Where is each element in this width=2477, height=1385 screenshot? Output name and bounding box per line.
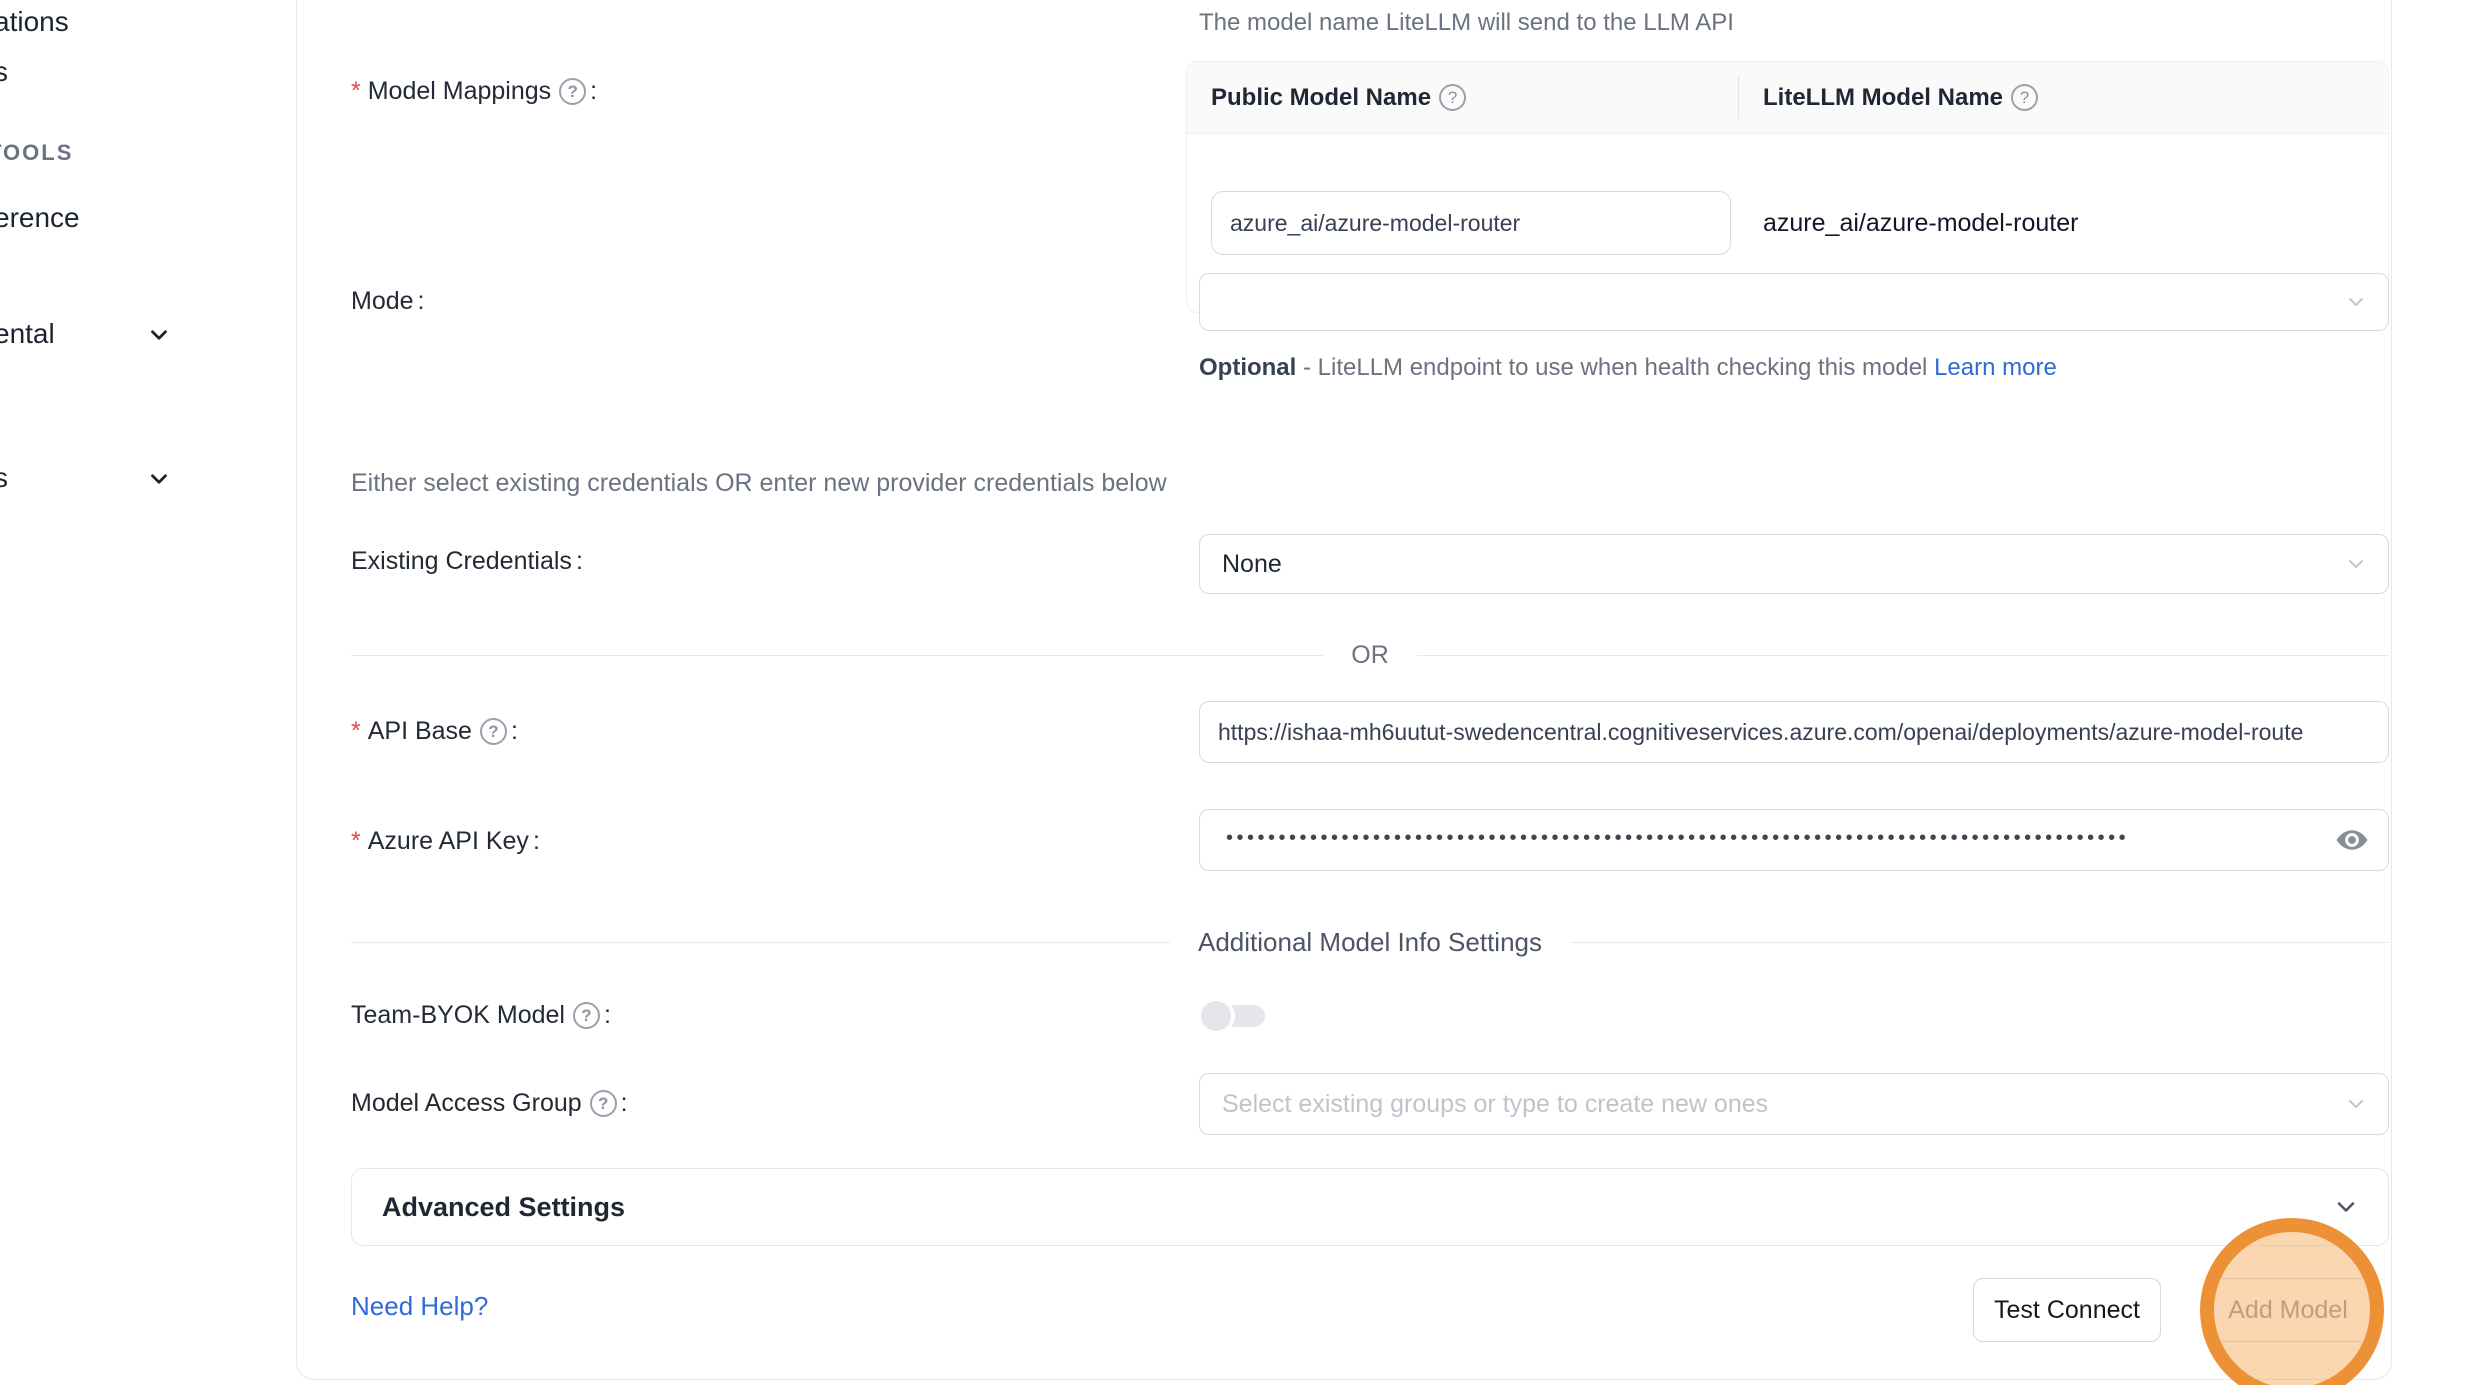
api-base-input[interactable] — [1199, 701, 2389, 763]
azure-api-key-label: * Azure API Key : — [351, 827, 540, 856]
required-asterisk: * — [351, 717, 361, 746]
help-icon[interactable]: ? — [2011, 84, 2038, 111]
label-colon: : — [533, 827, 540, 856]
litellm-model-name-help-text: The model name LiteLLM will send to the … — [1199, 9, 1734, 37]
mode-help-text: Optional - LiteLLM endpoint to use when … — [1199, 347, 2069, 389]
advanced-settings-panel[interactable]: Advanced Settings — [351, 1168, 2389, 1246]
sidebar-item-settings[interactable]: s — [0, 462, 8, 494]
sidebar-item-label: erence — [0, 202, 80, 234]
test-connect-button[interactable]: Test Connect — [1973, 1278, 2161, 1342]
label-colon: : — [604, 1001, 611, 1030]
required-asterisk: * — [351, 77, 361, 106]
sidebar-section-label: TOOLS — [0, 140, 73, 165]
label-colon: : — [621, 1089, 628, 1118]
advanced-settings-title: Advanced Settings — [382, 1192, 625, 1223]
model-access-group-label: Model Access Group ? : — [351, 1089, 628, 1118]
label-colon: : — [418, 287, 425, 316]
chevron-down-icon — [2344, 552, 2368, 576]
required-asterisk: * — [351, 827, 361, 856]
sidebar-item-label: ations — [0, 6, 69, 38]
model-mappings-label: * Model Mappings ? : — [351, 77, 597, 106]
divider-text: Additional Model Info Settings — [1170, 927, 1570, 958]
team-byok-toggle[interactable] — [1201, 1001, 1265, 1031]
label-text: Existing Credentials — [351, 547, 572, 576]
masked-password-value: ••••••••••••••••••••••••••••••••••••••••… — [1226, 827, 2129, 850]
chevron-down-icon — [2344, 290, 2368, 314]
label-text: Azure API Key — [368, 827, 529, 856]
help-rest: - LiteLLM endpoint to use when health ch… — [1296, 354, 1934, 381]
sidebar-item-organizations[interactable]: ations — [0, 6, 69, 38]
label-colon: : — [511, 717, 518, 746]
help-icon[interactable]: ? — [590, 1090, 617, 1117]
team-byok-label: Team-BYOK Model ? : — [351, 1001, 611, 1030]
litellm-model-name-value: azure_ai/azure-model-router — [1763, 209, 2078, 237]
sidebar-item-experimental[interactable]: ental — [0, 318, 55, 350]
toggle-knob — [1201, 1001, 1231, 1031]
sidebar-item-models[interactable]: s — [0, 56, 8, 88]
learn-more-link[interactable]: Learn more — [1934, 354, 2057, 381]
chevron-down-icon — [2344, 1092, 2368, 1116]
azure-api-key-input[interactable]: ••••••••••••••••••••••••••••••••••••••••… — [1199, 809, 2389, 871]
mode-select[interactable] — [1199, 273, 2389, 331]
header-text: LiteLLM Model Name — [1763, 84, 2003, 112]
divider-text: OR — [1323, 641, 1417, 670]
header-text: Public Model Name — [1211, 84, 1431, 112]
add-model-page: ations s TOOLS erence ental s The model … — [0, 0, 2477, 1385]
model-access-group-select[interactable]: Select existing groups or type to create… — [1199, 1073, 2389, 1135]
sidebar-item-api-reference[interactable]: erence — [0, 202, 80, 234]
chevron-down-icon — [2332, 1193, 2360, 1221]
sidebar-item-label: s — [0, 462, 8, 494]
eye-icon[interactable] — [2330, 818, 2374, 862]
select-value: None — [1222, 550, 1282, 579]
public-model-name-input[interactable] — [1211, 191, 1731, 255]
need-help-link[interactable]: Need Help? — [351, 1291, 488, 1322]
help-icon[interactable]: ? — [559, 78, 586, 105]
credentials-note: Either select existing credentials OR en… — [351, 469, 1167, 498]
table-header-row: Public Model Name ? LiteLLM Model Name ? — [1187, 62, 2388, 134]
add-model-button[interactable]: Add Model — [2203, 1278, 2373, 1342]
label-text: Model Mappings — [368, 77, 551, 106]
label-text: Team-BYOK Model — [351, 1001, 565, 1030]
label-text: API Base — [368, 717, 472, 746]
mode-label: Mode : — [351, 287, 425, 316]
label-text: Model Access Group — [351, 1089, 582, 1118]
help-icon[interactable]: ? — [573, 1002, 600, 1029]
sidebar-item-label: s — [0, 56, 8, 88]
label-colon: : — [590, 77, 597, 106]
sidebar-nav: ations s TOOLS erence ental s — [0, 0, 296, 1385]
litellm-model-name-header: LiteLLM Model Name ? — [1739, 62, 2062, 133]
api-base-label: * API Base ? : — [351, 717, 518, 746]
public-model-name-header: Public Model Name ? — [1187, 62, 1739, 133]
help-icon[interactable]: ? — [1439, 84, 1466, 111]
help-icon[interactable]: ? — [480, 718, 507, 745]
label-text: Mode — [351, 287, 414, 316]
additional-settings-divider: Additional Model Info Settings — [351, 927, 2389, 958]
or-divider: OR — [351, 641, 2389, 670]
chevron-down-icon — [146, 466, 172, 492]
add-model-form-card: The model name LiteLLM will send to the … — [296, 0, 2392, 1380]
sidebar-section-tools: TOOLS — [0, 140, 73, 166]
existing-credentials-select[interactable]: None — [1199, 534, 2389, 594]
existing-credentials-label: Existing Credentials : — [351, 547, 583, 576]
select-placeholder: Select existing groups or type to create… — [1222, 1090, 1768, 1119]
sidebar-item-label: ental — [0, 318, 55, 350]
chevron-down-icon — [146, 322, 172, 348]
label-colon: : — [576, 547, 583, 576]
help-bold: Optional — [1199, 354, 1296, 381]
